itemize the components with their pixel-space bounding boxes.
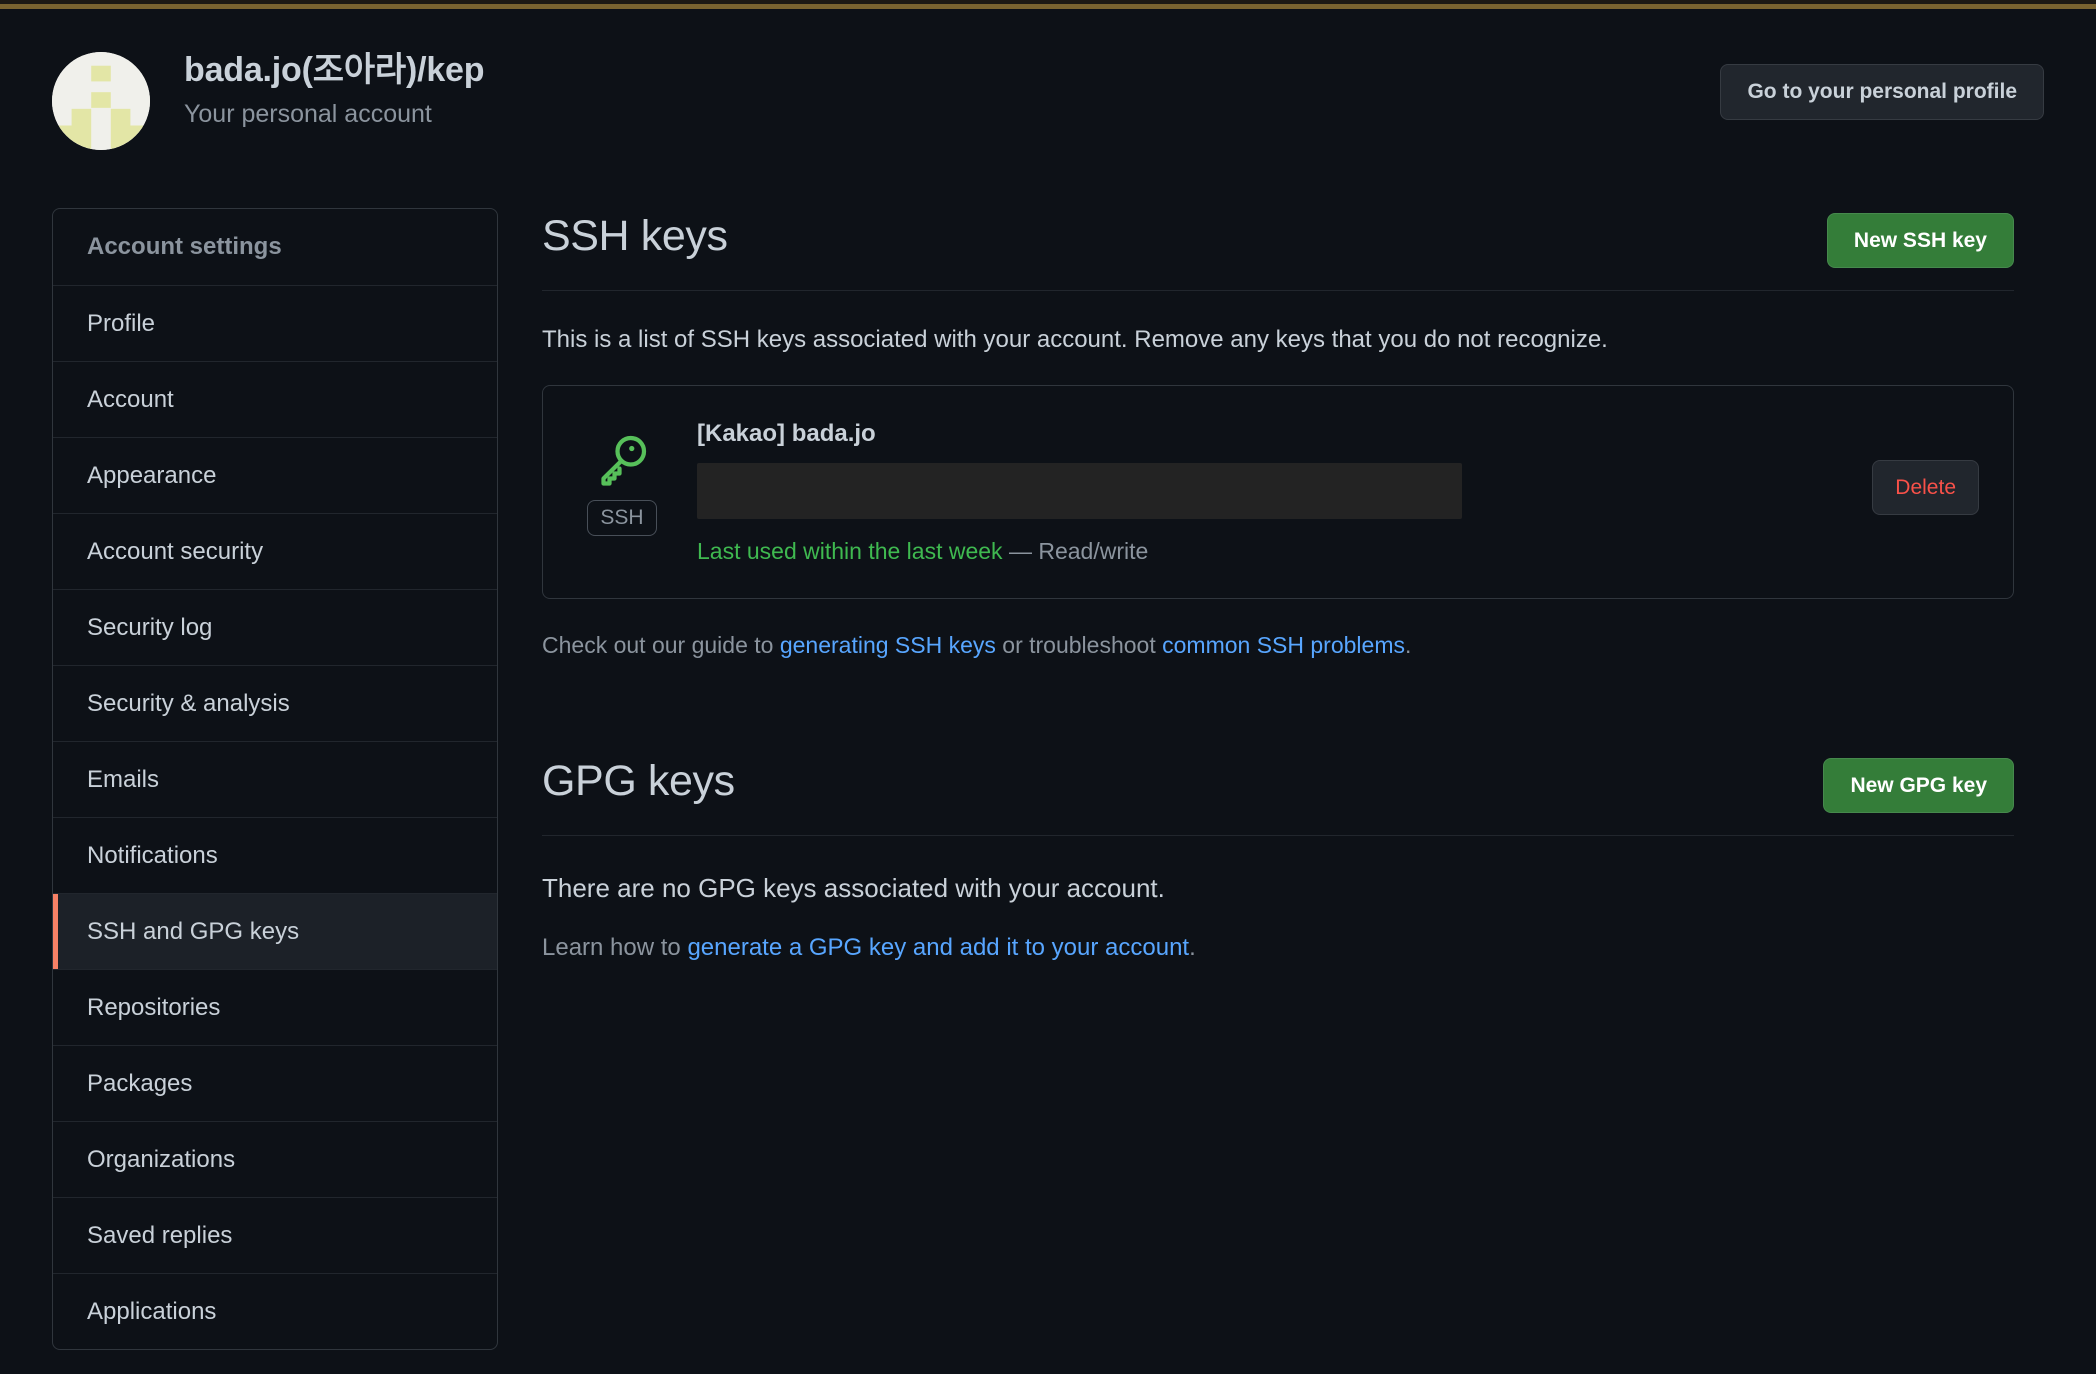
sidebar-item-profile[interactable]: Profile — [53, 285, 497, 361]
ssh-help-middle: or troubleshoot — [995, 632, 1163, 658]
ssh-keys-title: SSH keys — [542, 212, 728, 260]
sidebar-item-security-log[interactable]: Security log — [53, 589, 497, 665]
top-theme-strip-inner — [0, 0, 2096, 4]
ssh-key-meta: Last used within the last week — Read/wr… — [697, 536, 1852, 566]
sidebar-item-applications[interactable]: Applications — [53, 1273, 497, 1349]
ssh-key-row: SSH [Kakao] bada.jo Last used within the… — [542, 385, 2014, 599]
ssh-key-icon-column: SSH — [577, 418, 667, 536]
sidebar-item-label: Account — [87, 385, 174, 413]
gpg-learn-suffix: . — [1189, 934, 1196, 961]
sidebar-item-saved-replies[interactable]: Saved replies — [53, 1197, 497, 1273]
ssh-key-fingerprint-redacted — [697, 463, 1462, 519]
top-theme-strip — [0, 0, 2096, 9]
sidebar-item-label: Packages — [87, 1069, 193, 1097]
gpg-empty-message: There are no GPG keys associated with yo… — [542, 873, 1165, 903]
sidebar-item-ssh-and-gpg-keys[interactable]: SSH and GPG keys — [53, 893, 497, 969]
sidebar-item-packages[interactable]: Packages — [53, 1045, 497, 1121]
sidebar-item-security-analysis[interactable]: Security & analysis — [53, 665, 497, 741]
main-content: SSH keys New SSH key This is a list of S… — [542, 208, 2014, 964]
page-header: bada.jo(조아라)/kep Your personal account G… — [52, 46, 2044, 152]
sidebar-item-label: Repositories — [87, 993, 221, 1021]
page-subtitle: Your personal account — [184, 100, 432, 128]
sidebar-item-account-security[interactable]: Account security — [53, 513, 497, 589]
gpg-keys-section: GPG keys New GPG key There are no GPG ke… — [542, 753, 2014, 964]
sidebar-item-label: Account security — [87, 537, 264, 565]
gpg-learn-prefix: Learn how to — [542, 934, 688, 961]
ssh-key-details: [Kakao] bada.jo Last used within the las… — [667, 418, 1852, 566]
sidebar-item-notifications[interactable]: Notifications — [53, 817, 497, 893]
generate-gpg-key-link[interactable]: generate a GPG key and add it to your ac… — [687, 934, 1189, 961]
sidebar-item-appearance[interactable]: Appearance — [53, 437, 497, 513]
ssh-key-last-used: Last used within the last week — [697, 538, 1003, 564]
sidebar-item-emails[interactable]: Emails — [53, 741, 497, 817]
ssh-section-header: SSH keys New SSH key — [542, 208, 2014, 291]
sidebar-item-label: Organizations — [87, 1145, 236, 1173]
sidebar-item-repositories[interactable]: Repositories — [53, 969, 497, 1045]
sidebar-item-label: Profile — [87, 309, 156, 337]
sidebar-item-account[interactable]: Account — [53, 361, 497, 437]
gpg-learn-line: Learn how to generate a GPG key and add … — [542, 932, 2014, 964]
ssh-help-prefix: Check out our guide to — [542, 632, 780, 658]
ssh-key-actions: Delete — [1852, 418, 1979, 515]
sidebar-item-label: Emails — [87, 765, 160, 793]
ssh-help-suffix: . — [1404, 632, 1412, 658]
sidebar-item-label: SSH and GPG keys — [87, 917, 300, 945]
generating-ssh-keys-link[interactable]: generating SSH keys — [780, 632, 996, 658]
sidebar-item-label: Appearance — [87, 461, 217, 489]
sidebar-item-label: Security log — [87, 613, 213, 641]
ssh-key-meta-separator: — — [1008, 538, 1032, 564]
sidebar-item-label: Saved replies — [87, 1221, 233, 1249]
gpg-keys-title: GPG keys — [542, 757, 735, 805]
sidebar-item-label: Applications — [87, 1297, 217, 1325]
sidebar-item-organizations[interactable]: Organizations — [53, 1121, 497, 1197]
settings-sidebar: Account settings Profile Account Appearance… — [52, 208, 498, 1350]
sidebar-heading-label: Account settings — [87, 233, 282, 260]
sidebar-item-label: Notifications — [87, 841, 218, 869]
page-title: bada.jo(조아라)/kep — [184, 51, 485, 89]
ssh-key-title: [Kakao] bada.jo — [697, 420, 876, 447]
header-text: bada.jo(조아라)/kep Your personal account — [184, 46, 485, 132]
gpg-section-header: GPG keys New GPG key — [542, 753, 2014, 836]
key-icon — [601, 435, 647, 486]
ssh-keys-description: This is a list of SSH keys associated wi… — [542, 326, 1608, 353]
ssh-keys-section: SSH keys New SSH key This is a list of S… — [542, 208, 2014, 661]
delete-ssh-key-button[interactable]: Delete — [1872, 460, 1979, 515]
new-gpg-key-button[interactable]: New GPG key — [1823, 758, 2014, 813]
common-ssh-problems-link[interactable]: common SSH problems — [1162, 632, 1405, 658]
ssh-help-line: Check out our guide to generating SSH ke… — [542, 629, 2014, 661]
settings-page: bada.jo(조아라)/kep Your personal account G… — [0, 0, 2096, 1374]
sidebar-heading: Account settings — [53, 209, 497, 285]
new-ssh-key-button[interactable]: New SSH key — [1826, 213, 2014, 268]
ssh-badge: SSH — [587, 500, 657, 536]
ssh-key-access-level: Read/write — [1038, 538, 1149, 564]
go-to-personal-profile-button[interactable]: Go to your personal profile — [1720, 64, 2044, 120]
identicon-avatar-icon — [52, 52, 150, 150]
avatar[interactable] — [52, 52, 150, 150]
sidebar-item-label: Security & analysis — [87, 689, 290, 717]
